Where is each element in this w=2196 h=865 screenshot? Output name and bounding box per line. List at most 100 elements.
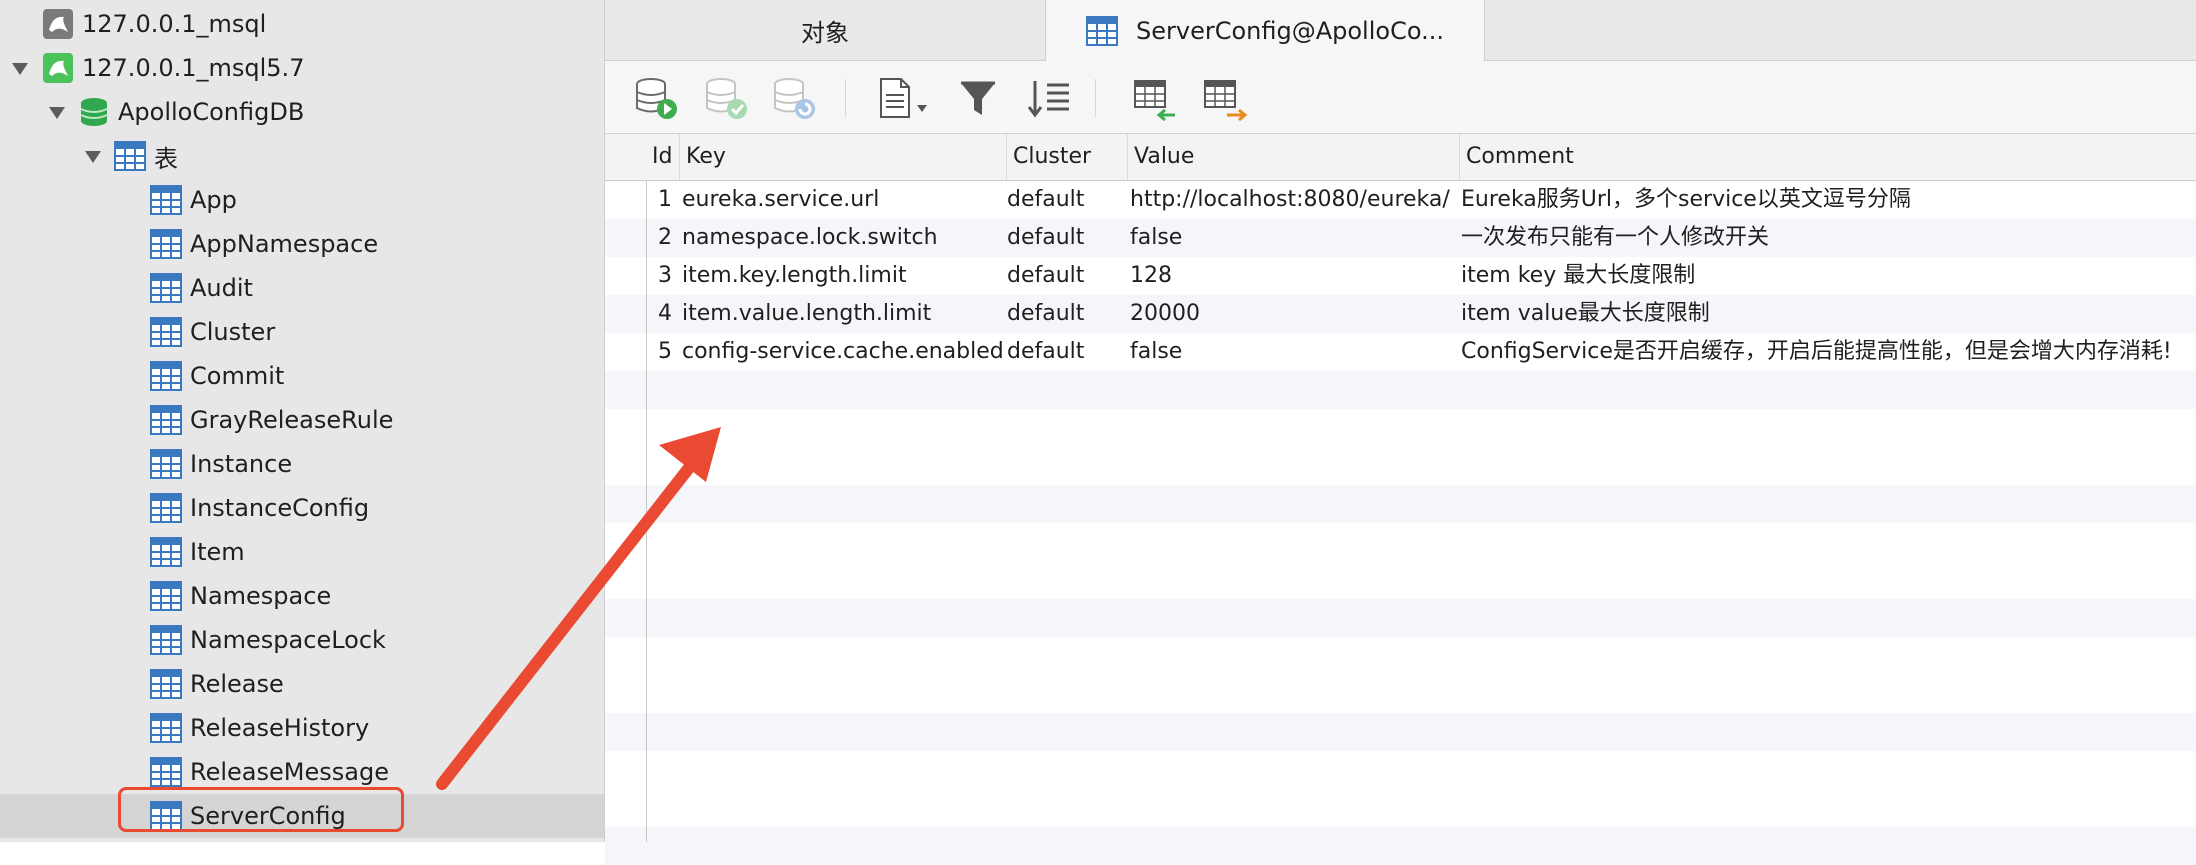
tree-item-table[interactable]: Cluster — [0, 310, 604, 354]
tree-item-table[interactable]: GrayReleaseRule — [0, 398, 604, 442]
disclosure-open-icon[interactable] — [49, 107, 65, 119]
cell-comment[interactable]: Eureka服务Url，多个service以英文逗号分隔 — [1461, 181, 2196, 219]
cell-id[interactable]: 2 — [646, 219, 672, 257]
table-row[interactable]: 2 namespace.lock.switch default false 一次… — [605, 219, 2196, 257]
tree-item-label: 表 — [154, 144, 178, 173]
tree-item-table[interactable]: Release — [0, 662, 604, 706]
cell-cluster[interactable]: default — [1007, 333, 1125, 371]
tree-item-label: 127.0.0.1_msql5.7 — [82, 54, 305, 82]
toolbar-separator — [845, 79, 846, 117]
toolbar — [605, 61, 2196, 134]
table-icon — [1086, 15, 1119, 46]
tree-item-label: Commit — [190, 362, 285, 390]
import-icon[interactable] — [1131, 75, 1179, 121]
tree-item-tables-folder[interactable]: 表 — [0, 134, 604, 178]
tree-item-table[interactable]: AppNamespace — [0, 222, 604, 266]
tree-item-table[interactable]: Namespace — [0, 574, 604, 618]
tree-item-connection[interactable]: 127.0.0.1_msql5.7 — [0, 46, 604, 90]
tree-item-connection[interactable]: 127.0.0.1_msql — [0, 2, 604, 46]
table-row[interactable]: 3 item.key.length.limit default 128 item… — [605, 257, 2196, 295]
discard-changes-icon[interactable] — [771, 75, 819, 121]
table-icon — [150, 625, 182, 655]
tree-item-table[interactable]: NamespaceLock — [0, 618, 604, 662]
cell-cluster[interactable]: default — [1007, 257, 1125, 295]
cell-value[interactable]: false — [1130, 333, 1458, 371]
tree-item-table[interactable]: Item — [0, 530, 604, 574]
tree-item-table[interactable]: Instance — [0, 442, 604, 486]
tree-item-label: Instance — [190, 450, 293, 478]
apply-changes-icon[interactable] — [703, 75, 751, 121]
grid-header: Id Key Cluster Value Comment — [605, 134, 2196, 181]
table-icon — [150, 713, 182, 743]
cell-cluster[interactable]: default — [1007, 219, 1125, 257]
filter-icon[interactable] — [955, 75, 1003, 121]
cell-key[interactable]: namespace.lock.switch — [682, 219, 1004, 257]
tab-bar: 对象 ServerConfig@ApolloCo... — [605, 0, 2196, 61]
column-header-cluster[interactable]: Cluster — [1007, 134, 1128, 180]
table-row[interactable]: 5 config-service.cache.enabled default f… — [605, 333, 2196, 371]
cell-value[interactable]: 128 — [1130, 257, 1458, 295]
row-number-divider — [646, 181, 647, 842]
table-icon — [150, 493, 182, 523]
tree-item-label: 127.0.0.1_msql — [82, 10, 267, 38]
tree-item-label: GrayReleaseRule — [190, 406, 394, 434]
cell-id[interactable]: 1 — [646, 181, 672, 219]
cell-comment[interactable]: item key 最大长度限制 — [1461, 257, 2196, 295]
tree-item-label: AppNamespace — [190, 230, 379, 258]
cell-id[interactable]: 3 — [646, 257, 672, 295]
tab-serverconfig[interactable]: ServerConfig@ApolloCo... — [1045, 0, 1485, 61]
tab-objects[interactable]: 对象 — [605, 0, 1045, 60]
tree-item-database[interactable]: ApolloConfigDB — [0, 90, 604, 134]
tree-item-label: ReleaseMessage — [190, 758, 389, 786]
tree-item-table[interactable]: App — [0, 178, 604, 222]
table-row[interactable]: 4 item.value.length.limit default 20000 … — [605, 295, 2196, 333]
tree-item-table[interactable]: InstanceConfig — [0, 486, 604, 530]
table-row[interactable]: 1 eureka.service.url default http://loca… — [605, 181, 2196, 219]
tree-item-label: ReleaseHistory — [190, 714, 370, 742]
table-icon — [150, 581, 182, 611]
column-header-id[interactable]: Id — [646, 134, 680, 180]
column-header-value[interactable]: Value — [1128, 134, 1460, 180]
cell-key[interactable]: config-service.cache.enabled — [682, 333, 1004, 371]
cell-value[interactable]: false — [1130, 219, 1458, 257]
document-icon[interactable] — [875, 75, 935, 121]
cell-comment[interactable]: item value最大长度限制 — [1461, 295, 2196, 333]
table-icon — [150, 317, 182, 347]
table-icon — [150, 669, 182, 699]
column-header-comment[interactable]: Comment — [1460, 134, 2196, 180]
empty-row — [605, 371, 2196, 409]
cell-comment[interactable]: 一次发布只能有一个人修改开关 — [1461, 219, 2196, 257]
disclosure-open-icon[interactable] — [85, 151, 101, 163]
tree-item-label: Release — [190, 670, 284, 698]
tree-item-label: Item — [190, 538, 245, 566]
data-grid: 1 eureka.service.url default http://loca… — [605, 181, 2196, 865]
cell-id[interactable]: 5 — [646, 333, 672, 371]
cell-comment[interactable]: ConfigService是否开启缓存，开启后能提高性能，但是会增大内存消耗! — [1461, 333, 2196, 371]
table-icon — [150, 537, 182, 567]
cell-key[interactable]: eureka.service.url — [682, 181, 1004, 219]
cell-key[interactable]: item.key.length.limit — [682, 257, 1004, 295]
navigator-sidebar: 127.0.0.1_msql 127.0.0.1_msql5.7 ApolloC… — [0, 0, 605, 842]
cell-value[interactable]: 20000 — [1130, 295, 1458, 333]
disclosure-open-icon[interactable] — [12, 63, 28, 75]
export-icon[interactable] — [1201, 75, 1249, 121]
tree-item-label: Cluster — [190, 318, 276, 346]
database-icon — [80, 98, 108, 126]
sort-icon[interactable] — [1025, 75, 1073, 121]
cell-cluster[interactable]: default — [1007, 295, 1125, 333]
table-icon — [150, 361, 182, 391]
cell-id[interactable]: 4 — [646, 295, 672, 333]
empty-row — [605, 485, 2196, 523]
tree-item-table[interactable]: ReleaseHistory — [0, 706, 604, 750]
cell-value[interactable]: http://localhost:8080/eureka/ — [1130, 181, 1458, 219]
table-icon — [114, 141, 146, 171]
tree-item-label: App — [190, 186, 237, 214]
empty-row — [605, 599, 2196, 637]
run-query-icon[interactable] — [633, 75, 681, 121]
cell-key[interactable]: item.value.length.limit — [682, 295, 1004, 333]
tree-item-table[interactable]: Commit — [0, 354, 604, 398]
tree-item-table[interactable]: Audit — [0, 266, 604, 310]
cell-cluster[interactable]: default — [1007, 181, 1125, 219]
column-header-key[interactable]: Key — [680, 134, 1007, 180]
tree-item-label: NamespaceLock — [190, 626, 386, 654]
